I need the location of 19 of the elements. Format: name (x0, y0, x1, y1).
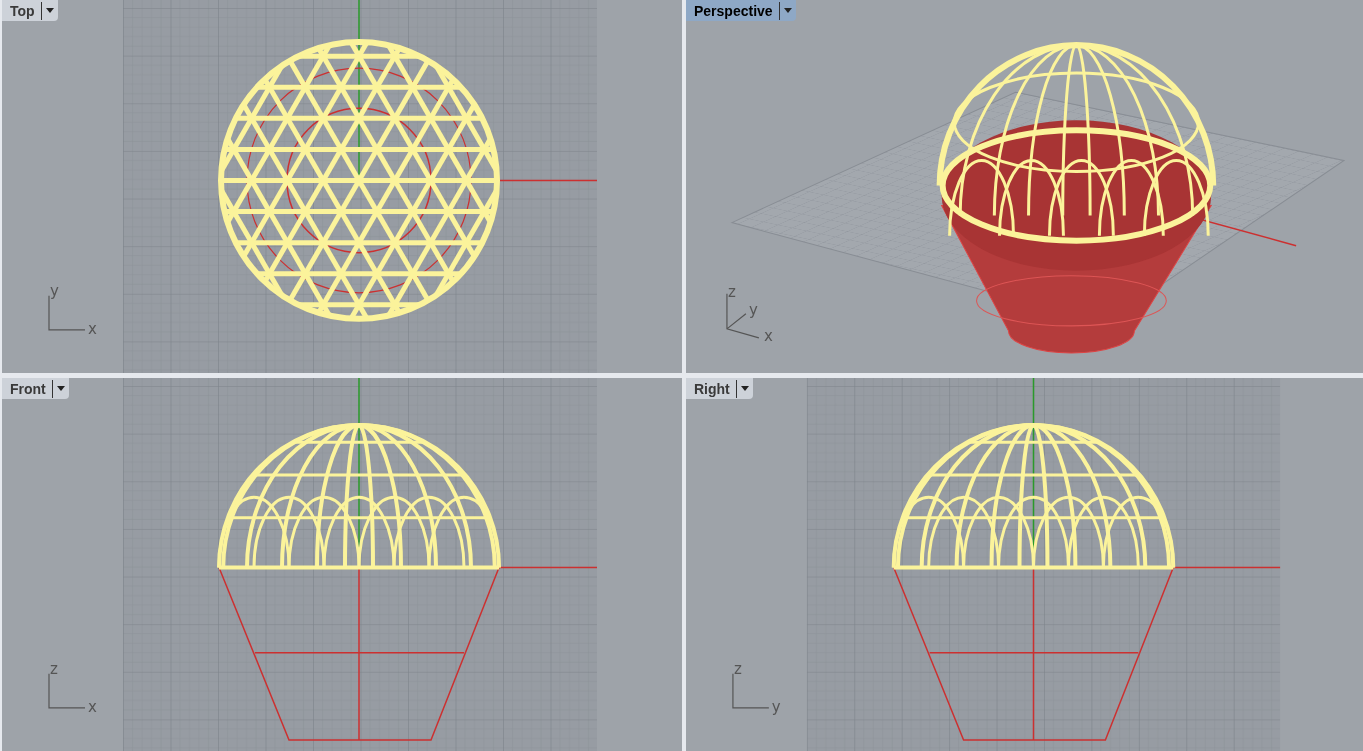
axis-label: z (727, 282, 736, 301)
axis-label: z (50, 659, 58, 678)
viewport-tab[interactable]: Front (2, 378, 69, 399)
axis-icon (48, 673, 86, 709)
axis-label: y (748, 300, 758, 319)
axis-label: x (88, 697, 97, 716)
axis-icon (732, 673, 770, 709)
caret-icon[interactable] (51, 379, 65, 398)
axis-label: y (50, 281, 59, 300)
axis-label: z (733, 659, 742, 678)
viewport-tab[interactable]: Right (686, 378, 753, 399)
caret-icon[interactable] (735, 379, 749, 398)
axis-label: y (771, 697, 781, 716)
axis-label: x (88, 319, 97, 338)
caret-icon[interactable] (778, 1, 792, 20)
viewport-tab[interactable]: Top (2, 0, 58, 21)
axis-label: x (763, 326, 773, 345)
caret-icon[interactable] (40, 1, 54, 20)
viewport-tab[interactable]: Perspective (686, 0, 796, 21)
